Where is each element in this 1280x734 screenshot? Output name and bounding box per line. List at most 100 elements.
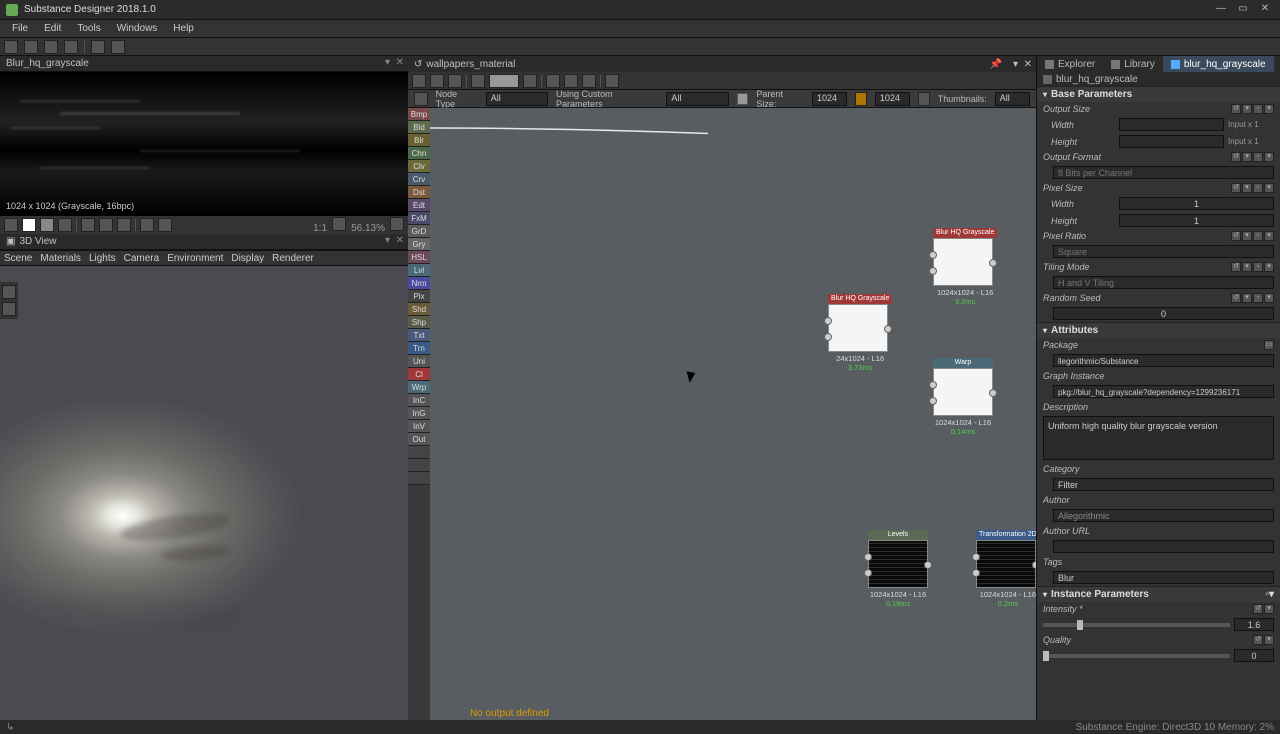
graph-close-icon[interactable]: ✕ (1024, 59, 1032, 70)
v2d-btn9-icon[interactable] (158, 218, 172, 232)
p-ic[interactable]: ▫ (1253, 104, 1263, 114)
v3d-environment[interactable]: Environment (167, 253, 223, 264)
v3d-lights[interactable]: Lights (89, 253, 116, 264)
palette-Trn[interactable]: Trn (408, 342, 430, 355)
port-in2[interactable] (972, 569, 980, 577)
node-header[interactable]: Blur HQ Grayscale (933, 228, 997, 238)
v3d-renderer[interactable]: Renderer (272, 253, 314, 264)
tab-explorer[interactable]: Explorer (1037, 56, 1103, 72)
v3d-display[interactable]: Display (231, 253, 264, 264)
package-field[interactable]: llegorithmic/Substance Designer/resource… (1053, 354, 1274, 367)
port-in[interactable] (824, 317, 832, 325)
gt7-icon[interactable] (546, 74, 560, 88)
port-out[interactable] (884, 325, 892, 333)
gt5-icon[interactable] (489, 74, 519, 88)
quality-field[interactable]: 0 (1234, 649, 1274, 662)
outfmt-field[interactable]: 8 Bits per Channel (1053, 166, 1274, 179)
nodetype-select[interactable]: All (486, 92, 548, 106)
3d-view[interactable] (0, 266, 408, 720)
v2d-btn3-icon[interactable] (40, 218, 54, 232)
breadcrumb[interactable]: blur_hq_grayscale (1056, 74, 1138, 85)
v3d-tool2-icon[interactable] (2, 302, 16, 316)
node-header[interactable]: Transformation 2D (976, 530, 1036, 540)
palette-Txt[interactable]: Txt (408, 329, 430, 342)
width-field[interactable] (1119, 118, 1224, 131)
v2d-btn8-icon[interactable] (140, 218, 154, 232)
port-out[interactable] (989, 389, 997, 397)
menu-help[interactable]: Help (165, 21, 202, 36)
view3d-close-icon[interactable]: ✕ (396, 235, 404, 246)
menu-tools[interactable]: Tools (69, 21, 108, 36)
port-in2[interactable] (824, 333, 832, 341)
p-ic[interactable]: ↺ (1231, 104, 1241, 114)
node-thumb[interactable] (933, 368, 993, 416)
thumb-select[interactable]: All (995, 92, 1030, 106)
intensity-field[interactable]: 1.6 (1234, 618, 1274, 631)
port-out[interactable] (924, 561, 932, 569)
p-ic[interactable]: ▾ (1242, 104, 1252, 114)
graph-tab[interactable]: wallpapers_material (426, 59, 515, 70)
node-header[interactable]: Warp (933, 358, 993, 368)
2d-view[interactable]: 1024 x 1024 (Grayscale, 16bpc) (0, 72, 408, 216)
gf-grid-icon[interactable] (414, 92, 428, 106)
intensity-slider[interactable] (1043, 623, 1230, 627)
tiling-field[interactable]: H and V Tiling (1053, 276, 1274, 289)
seed-field[interactable]: 0 (1053, 307, 1274, 320)
gt8-icon[interactable] (564, 74, 578, 88)
tool-undo-icon[interactable] (111, 40, 125, 54)
ginst-field[interactable]: pkg://blur_hq_grayscale?dependency=12992… (1053, 385, 1274, 398)
palette-HSL[interactable]: HSL (408, 251, 430, 264)
parent-size-select[interactable]: 1024 (812, 92, 847, 106)
v2d-btn1-icon[interactable] (4, 218, 18, 232)
graph-dropdown-icon[interactable]: ▾ (1013, 59, 1018, 70)
menu-windows[interactable]: Windows (109, 21, 166, 36)
node-blurhq1[interactable]: Blur HQ Grayscale 1024x1024 - L16 3.2ms (933, 228, 997, 306)
palette-Clv[interactable]: Clv (408, 160, 430, 173)
port-out[interactable] (989, 259, 997, 267)
v3d-materials[interactable]: Materials (40, 253, 81, 264)
palette-Wrp[interactable]: Wrp (408, 381, 430, 394)
pixratio-field[interactable]: Square (1053, 245, 1274, 258)
ph-field[interactable]: 1 (1119, 214, 1274, 227)
tool-open-icon[interactable] (24, 40, 38, 54)
gt3-icon[interactable] (448, 74, 462, 88)
view2d-close-icon[interactable]: ✕ (396, 57, 404, 68)
close-button[interactable]: ✕ (1256, 3, 1274, 17)
grp-attrs[interactable]: Attributes (1037, 322, 1280, 338)
menu-file[interactable]: File (4, 21, 36, 36)
view2d-tab[interactable]: Blur_hq_grayscale (6, 58, 89, 69)
palette-Chn[interactable]: Chn (408, 147, 430, 160)
node-levels3[interactable]: Levels 1024x1024 - L16 0.19ms (868, 530, 928, 608)
palette-InV[interactable]: InV (408, 420, 430, 433)
view3d-tab[interactable]: 3D View (19, 236, 56, 247)
graph-pin-icon[interactable]: 📌 (990, 59, 1002, 70)
tool-save-icon[interactable] (44, 40, 58, 54)
pkg-icon[interactable]: ▭ (1264, 340, 1274, 350)
grp-instparams[interactable]: Instance Parameters▫▾ (1037, 586, 1280, 602)
gt2-icon[interactable] (430, 74, 444, 88)
port-in[interactable] (929, 381, 937, 389)
palette-blank[interactable] (408, 446, 430, 459)
palette-GrD[interactable]: GrD (408, 225, 430, 238)
gt6-icon[interactable] (523, 74, 537, 88)
node-trans2d[interactable]: Transformation 2D 1024x1024 - L16 0.2ms (976, 530, 1036, 608)
node-header[interactable]: Levels (868, 530, 928, 540)
palette-Out[interactable]: Out (408, 433, 430, 446)
v2d-zoom-icon[interactable] (332, 217, 346, 231)
author-field[interactable]: Allegorithmic (1053, 509, 1274, 522)
gt1-icon[interactable] (412, 74, 426, 88)
palette-Bmp[interactable]: Bmp (408, 108, 430, 121)
palette-Pix[interactable]: Pix (408, 290, 430, 303)
palette-Nrm[interactable]: Nrm (408, 277, 430, 290)
port-in[interactable] (972, 553, 980, 561)
parent-link-icon[interactable] (855, 92, 867, 106)
v2d-btn2-icon[interactable] (22, 218, 36, 232)
node-thumb[interactable] (868, 540, 928, 588)
node-thumb[interactable] (976, 540, 1036, 588)
gt4-icon[interactable] (471, 74, 485, 88)
node-header[interactable]: Blur HQ Grayscale (828, 294, 892, 304)
v3d-dropdown-icon[interactable]: ▾ (385, 235, 390, 246)
maximize-button[interactable]: ▭ (1234, 3, 1252, 17)
parent-check[interactable] (737, 93, 749, 105)
v3d-camera[interactable]: Camera (124, 253, 160, 264)
